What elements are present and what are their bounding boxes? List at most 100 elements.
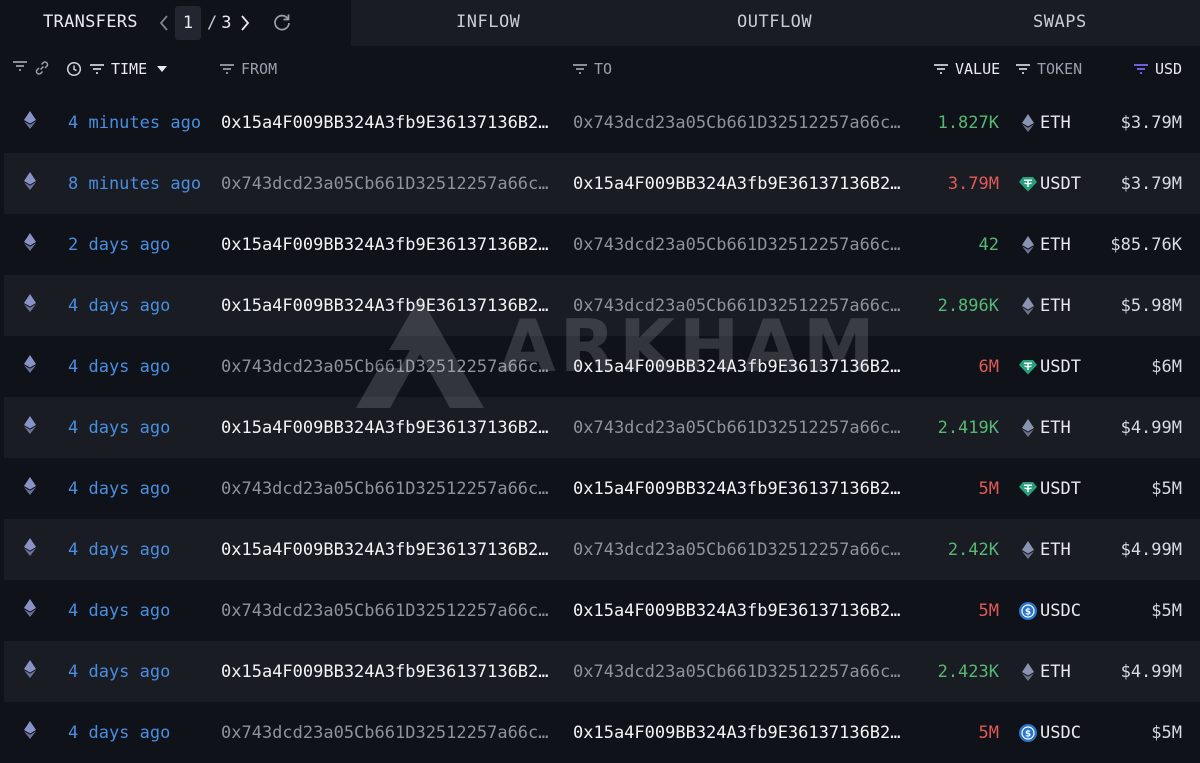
table-row[interactable]: 2 days ago 0x15a4F009BB324A3fb9E36137136B… [4, 214, 1200, 275]
link-toggle[interactable] [34, 60, 50, 76]
column-from[interactable]: FROM [219, 60, 277, 78]
filter-icon[interactable] [219, 63, 235, 75]
table-row[interactable]: 4 days ago 0x743dcd23a05Cb661D32512257a66… [4, 702, 1200, 763]
time-link[interactable]: 4 days ago [68, 702, 170, 763]
table-row[interactable]: 4 days ago 0x15a4F009BB324A3fb9E36137136B… [4, 275, 1200, 336]
usdt-icon [1018, 174, 1038, 194]
svg-text:$: $ [1025, 607, 1031, 617]
column-usd[interactable]: USD [1133, 60, 1182, 78]
to-address[interactable]: 0x743dcd23a05Cb661D32512257a66c… [573, 519, 901, 580]
table-row[interactable]: 4 days ago 0x743dcd23a05Cb661D32512257a66… [4, 336, 1200, 397]
filter-icon[interactable] [89, 63, 105, 75]
time-link[interactable]: 4 days ago [68, 519, 170, 580]
from-address[interactable]: 0x743dcd23a05Cb661D32512257a66c… [221, 336, 549, 397]
token-cell[interactable]: USDT [1018, 458, 1081, 519]
pagination: 1 / 3 [155, 6, 254, 40]
column-token[interactable]: TOKEN [1015, 60, 1082, 78]
column-to[interactable]: TO [572, 60, 612, 78]
from-address[interactable]: 0x15a4F009BB324A3fb9E36137136B2… [221, 397, 549, 458]
from-address[interactable]: 0x743dcd23a05Cb661D32512257a66c… [221, 702, 549, 763]
from-address[interactable]: 0x15a4F009BB324A3fb9E36137136B2… [221, 519, 549, 580]
tab-outflow[interactable]: OUTFLOW [737, 12, 812, 32]
time-link[interactable]: 4 minutes ago [68, 92, 201, 153]
to-address[interactable]: 0x15a4F009BB324A3fb9E36137136B2… [573, 336, 901, 397]
from-address[interactable]: 0x15a4F009BB324A3fb9E36137136B2… [221, 641, 549, 702]
time-link[interactable]: 4 days ago [68, 458, 170, 519]
table-row[interactable]: 4 days ago 0x15a4F009BB324A3fb9E36137136B… [4, 641, 1200, 702]
ethereum-chain-icon [24, 538, 36, 561]
link-icon[interactable] [34, 60, 50, 76]
usd-amount: $5M [1151, 722, 1182, 743]
token-cell[interactable]: $ USDC [1018, 702, 1081, 763]
column-from-label: FROM [241, 60, 278, 78]
table-row[interactable]: 4 days ago 0x15a4F009BB324A3fb9E36137136B… [4, 519, 1200, 580]
usdc-icon: $ [1018, 723, 1038, 743]
token-cell[interactable]: $ USDC [1018, 580, 1081, 641]
table-row[interactable]: 4 minutes ago 0x15a4F009BB324A3fb9E361371… [4, 92, 1200, 153]
to-address[interactable]: 0x743dcd23a05Cb661D32512257a66c… [573, 397, 901, 458]
sort-desc-icon[interactable] [157, 66, 168, 72]
from-address[interactable]: 0x743dcd23a05Cb661D32512257a66c… [221, 153, 549, 214]
refresh-icon[interactable] [272, 12, 292, 32]
filter-icon[interactable] [572, 63, 588, 75]
token-cell[interactable]: ETH [1018, 519, 1071, 580]
to-address[interactable]: 0x15a4F009BB324A3fb9E36137136B2… [573, 580, 901, 641]
table-row[interactable]: 4 days ago 0x743dcd23a05Cb661D32512257a66… [4, 458, 1200, 519]
filter-icon[interactable] [933, 63, 949, 75]
token-cell[interactable]: ETH [1018, 92, 1071, 153]
usd-amount: $5M [1151, 600, 1182, 621]
page-current[interactable]: 1 [175, 6, 201, 40]
filter-icon[interactable] [1015, 63, 1031, 75]
column-time[interactable]: TIME [66, 60, 168, 78]
to-address[interactable]: 0x15a4F009BB324A3fb9E36137136B2… [573, 458, 901, 519]
chain-cell [24, 397, 36, 458]
token-cell[interactable]: USDT [1018, 153, 1081, 214]
time-link[interactable]: 2 days ago [68, 214, 170, 275]
usdc-icon: $ [1018, 601, 1038, 621]
to-address[interactable]: 0x743dcd23a05Cb661D32512257a66c… [573, 641, 901, 702]
to-address[interactable]: 0x743dcd23a05Cb661D32512257a66c… [573, 92, 901, 153]
table-row[interactable]: 8 minutes ago 0x743dcd23a05Cb661D32512257… [4, 153, 1200, 214]
usd-amount: $6M [1151, 356, 1182, 377]
value-amount: 5M [978, 600, 999, 621]
token-cell[interactable]: ETH [1018, 275, 1071, 336]
token-symbol: ETH [1040, 539, 1071, 560]
ethereum-chain-icon [24, 233, 36, 256]
time-link[interactable]: 4 days ago [68, 641, 170, 702]
time-link[interactable]: 8 minutes ago [68, 153, 201, 214]
to-address[interactable]: 0x743dcd23a05Cb661D32512257a66c… [573, 275, 901, 336]
next-page-icon[interactable] [236, 14, 254, 32]
column-value[interactable]: VALUE [933, 60, 1000, 78]
from-address[interactable]: 0x743dcd23a05Cb661D32512257a66c… [221, 458, 549, 519]
time-link[interactable]: 4 days ago [68, 580, 170, 641]
from-address[interactable]: 0x15a4F009BB324A3fb9E36137136B2… [221, 92, 549, 153]
filter-icon[interactable] [12, 60, 28, 72]
table-row[interactable]: 4 days ago 0x743dcd23a05Cb661D32512257a66… [4, 580, 1200, 641]
from-address[interactable]: 0x743dcd23a05Cb661D32512257a66c… [221, 580, 549, 641]
ethereum-chain-icon [24, 477, 36, 500]
time-link[interactable]: 4 days ago [68, 336, 170, 397]
time-link[interactable]: 4 days ago [68, 275, 170, 336]
from-address[interactable]: 0x15a4F009BB324A3fb9E36137136B2… [221, 275, 549, 336]
to-address[interactable]: 0x743dcd23a05Cb661D32512257a66c… [573, 214, 901, 275]
token-cell[interactable]: ETH [1018, 214, 1071, 275]
to-address[interactable]: 0x15a4F009BB324A3fb9E36137136B2… [573, 702, 901, 763]
filter-active-icon[interactable] [1133, 63, 1149, 75]
table-row[interactable]: 4 days ago 0x15a4F009BB324A3fb9E36137136B… [4, 397, 1200, 458]
time-link[interactable]: 4 days ago [68, 397, 170, 458]
from-address[interactable]: 0x15a4F009BB324A3fb9E36137136B2… [221, 214, 549, 275]
usd-amount: $4.99M [1120, 539, 1182, 560]
tab-inflow[interactable]: INFLOW [456, 12, 520, 32]
value-amount: 1.827K [937, 112, 999, 133]
prev-page-icon[interactable] [155, 14, 173, 32]
ethereum-chain-icon [24, 416, 36, 439]
to-address[interactable]: 0x15a4F009BB324A3fb9E36137136B2… [573, 153, 901, 214]
transfers-title: TRANSFERS [43, 12, 138, 32]
usd-amount: $4.99M [1120, 417, 1182, 438]
tab-swaps[interactable]: SWAPS [1033, 12, 1087, 32]
chain-cell [24, 458, 36, 519]
chain-filter[interactable] [12, 60, 28, 72]
token-cell[interactable]: USDT [1018, 336, 1081, 397]
token-cell[interactable]: ETH [1018, 397, 1071, 458]
token-cell[interactable]: ETH [1018, 641, 1071, 702]
